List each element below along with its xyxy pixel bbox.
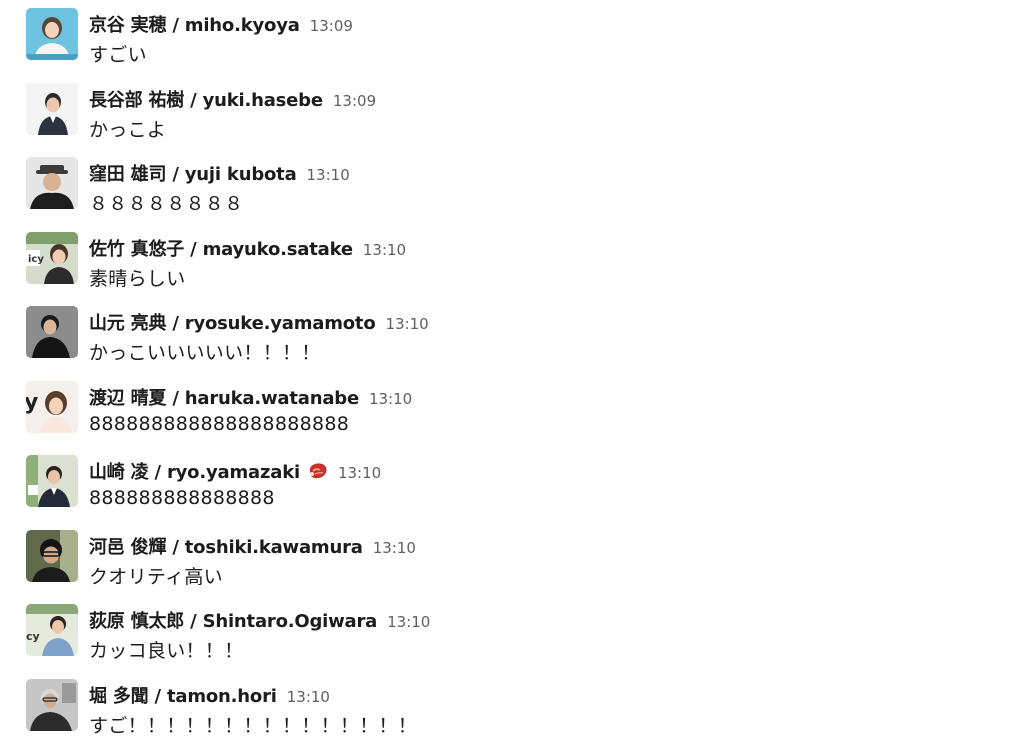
- timestamp[interactable]: 13:10: [387, 613, 430, 631]
- message-item: 京谷 実穂 / miho.kyoya 13:09 すごい: [0, 7, 1024, 81]
- message-header: 長谷部 祐樹 / yuki.hasebe 13:09: [89, 86, 376, 112]
- message-text: すご！！！！！！！！！！！！！！！: [89, 715, 418, 737]
- sender-name[interactable]: 京谷 実穂 / miho.kyoya: [89, 11, 300, 37]
- timestamp[interactable]: 13:10: [307, 166, 350, 184]
- avatar[interactable]: y: [26, 381, 78, 433]
- message-text: 素晴らしい: [89, 268, 186, 290]
- sender-name[interactable]: 渡辺 晴夏 / haruka.watanabe: [89, 384, 359, 410]
- message-header: 佐竹 真悠子 / mayuko.satake 13:10: [89, 235, 406, 261]
- timestamp[interactable]: 13:10: [338, 464, 381, 482]
- avatar[interactable]: [26, 157, 78, 209]
- avatar[interactable]: [26, 530, 78, 582]
- message-item: 長谷部 祐樹 / yuki.hasebe 13:09 かっこよ: [0, 82, 1024, 156]
- message-item: cy 荻原 慎太郎 / Shintaro.Ogiwara 13:10 カッコ良い…: [0, 603, 1024, 677]
- message-header: 京谷 実穂 / miho.kyoya 13:09: [89, 11, 353, 37]
- message-header: 河邑 俊輝 / toshiki.kawamura 13:10: [89, 533, 416, 559]
- sender-name[interactable]: 長谷部 祐樹 / yuki.hasebe: [89, 86, 323, 112]
- message-text: 888888888888888: [89, 487, 275, 509]
- svg-text:y: y: [26, 390, 38, 415]
- sender-name[interactable]: 荻原 慎太郎 / Shintaro.Ogiwara: [89, 607, 377, 633]
- raw-meat-icon[interactable]: [308, 462, 328, 480]
- timestamp[interactable]: 13:10: [386, 315, 429, 333]
- message-header: 渡辺 晴夏 / haruka.watanabe 13:10: [89, 384, 412, 410]
- message-text: かっこいいいいい！！！！: [89, 342, 321, 364]
- message-text: 888888888888888888888: [89, 413, 350, 435]
- message-header: 荻原 慎太郎 / Shintaro.Ogiwara 13:10: [89, 607, 430, 633]
- message-item: y 渡辺 晴夏 / haruka.watanabe 13:10 88888888…: [0, 380, 1024, 454]
- sender-name[interactable]: 佐竹 真悠子 / mayuko.satake: [89, 235, 353, 261]
- timestamp[interactable]: 13:09: [333, 92, 376, 110]
- timestamp[interactable]: 13:10: [363, 241, 406, 259]
- message-text: カッコ良い！！！: [89, 640, 244, 662]
- message-item: 窪田 雄司 / yuji kubota 13:10 ８８８８８８８８: [0, 156, 1024, 230]
- message-item: 河邑 俊輝 / toshiki.kawamura 13:10 クオリティ高い: [0, 529, 1024, 603]
- message-item: icy 佐竹 真悠子 / mayuko.satake 13:10 素晴らしい: [0, 231, 1024, 305]
- message-text: クオリティ高い: [89, 566, 223, 588]
- message-header: 堀 多聞 / tamon.hori 13:10: [89, 682, 330, 708]
- message-header: 山崎 凌 / ryo.yamazaki 13:10: [89, 458, 381, 484]
- avatar[interactable]: icy: [26, 232, 78, 284]
- message-header: 山元 亮典 / ryosuke.yamamoto 13:10: [89, 309, 429, 335]
- message-list: 京谷 実穂 / miho.kyoya 13:09 すごい 長谷部 祐樹 / yu…: [0, 0, 1024, 743]
- avatar[interactable]: [26, 83, 78, 135]
- message-text: すごい: [89, 44, 147, 66]
- message-text: かっこよ: [89, 119, 167, 141]
- avatar[interactable]: [26, 455, 78, 507]
- avatar[interactable]: [26, 8, 78, 60]
- message-header: 窪田 雄司 / yuji kubota 13:10: [89, 160, 350, 186]
- avatar[interactable]: [26, 306, 78, 358]
- timestamp[interactable]: 13:10: [373, 539, 416, 557]
- sender-name[interactable]: 窪田 雄司 / yuji kubota: [89, 160, 297, 186]
- message-text: ８８８８８８８８: [89, 193, 244, 215]
- message-item: 山崎 凌 / ryo.yamazaki 13:10 88888888888888…: [0, 454, 1024, 528]
- timestamp[interactable]: 13:10: [287, 688, 330, 706]
- sender-name[interactable]: 河邑 俊輝 / toshiki.kawamura: [89, 533, 363, 559]
- message-item: 堀 多聞 / tamon.hori 13:10 すご！！！！！！！！！！！！！！…: [0, 678, 1024, 752]
- svg-text:cy: cy: [26, 630, 40, 643]
- message-item: 山元 亮典 / ryosuke.yamamoto 13:10 かっこいいいいい！…: [0, 305, 1024, 379]
- timestamp[interactable]: 13:10: [369, 390, 412, 408]
- sender-name[interactable]: 山崎 凌 / ryo.yamazaki: [89, 458, 300, 484]
- svg-text:icy: icy: [28, 254, 44, 265]
- sender-name[interactable]: 堀 多聞 / tamon.hori: [89, 682, 277, 708]
- sender-name[interactable]: 山元 亮典 / ryosuke.yamamoto: [89, 309, 376, 335]
- avatar[interactable]: [26, 679, 78, 731]
- timestamp[interactable]: 13:09: [310, 17, 353, 35]
- avatar[interactable]: cy: [26, 604, 78, 656]
